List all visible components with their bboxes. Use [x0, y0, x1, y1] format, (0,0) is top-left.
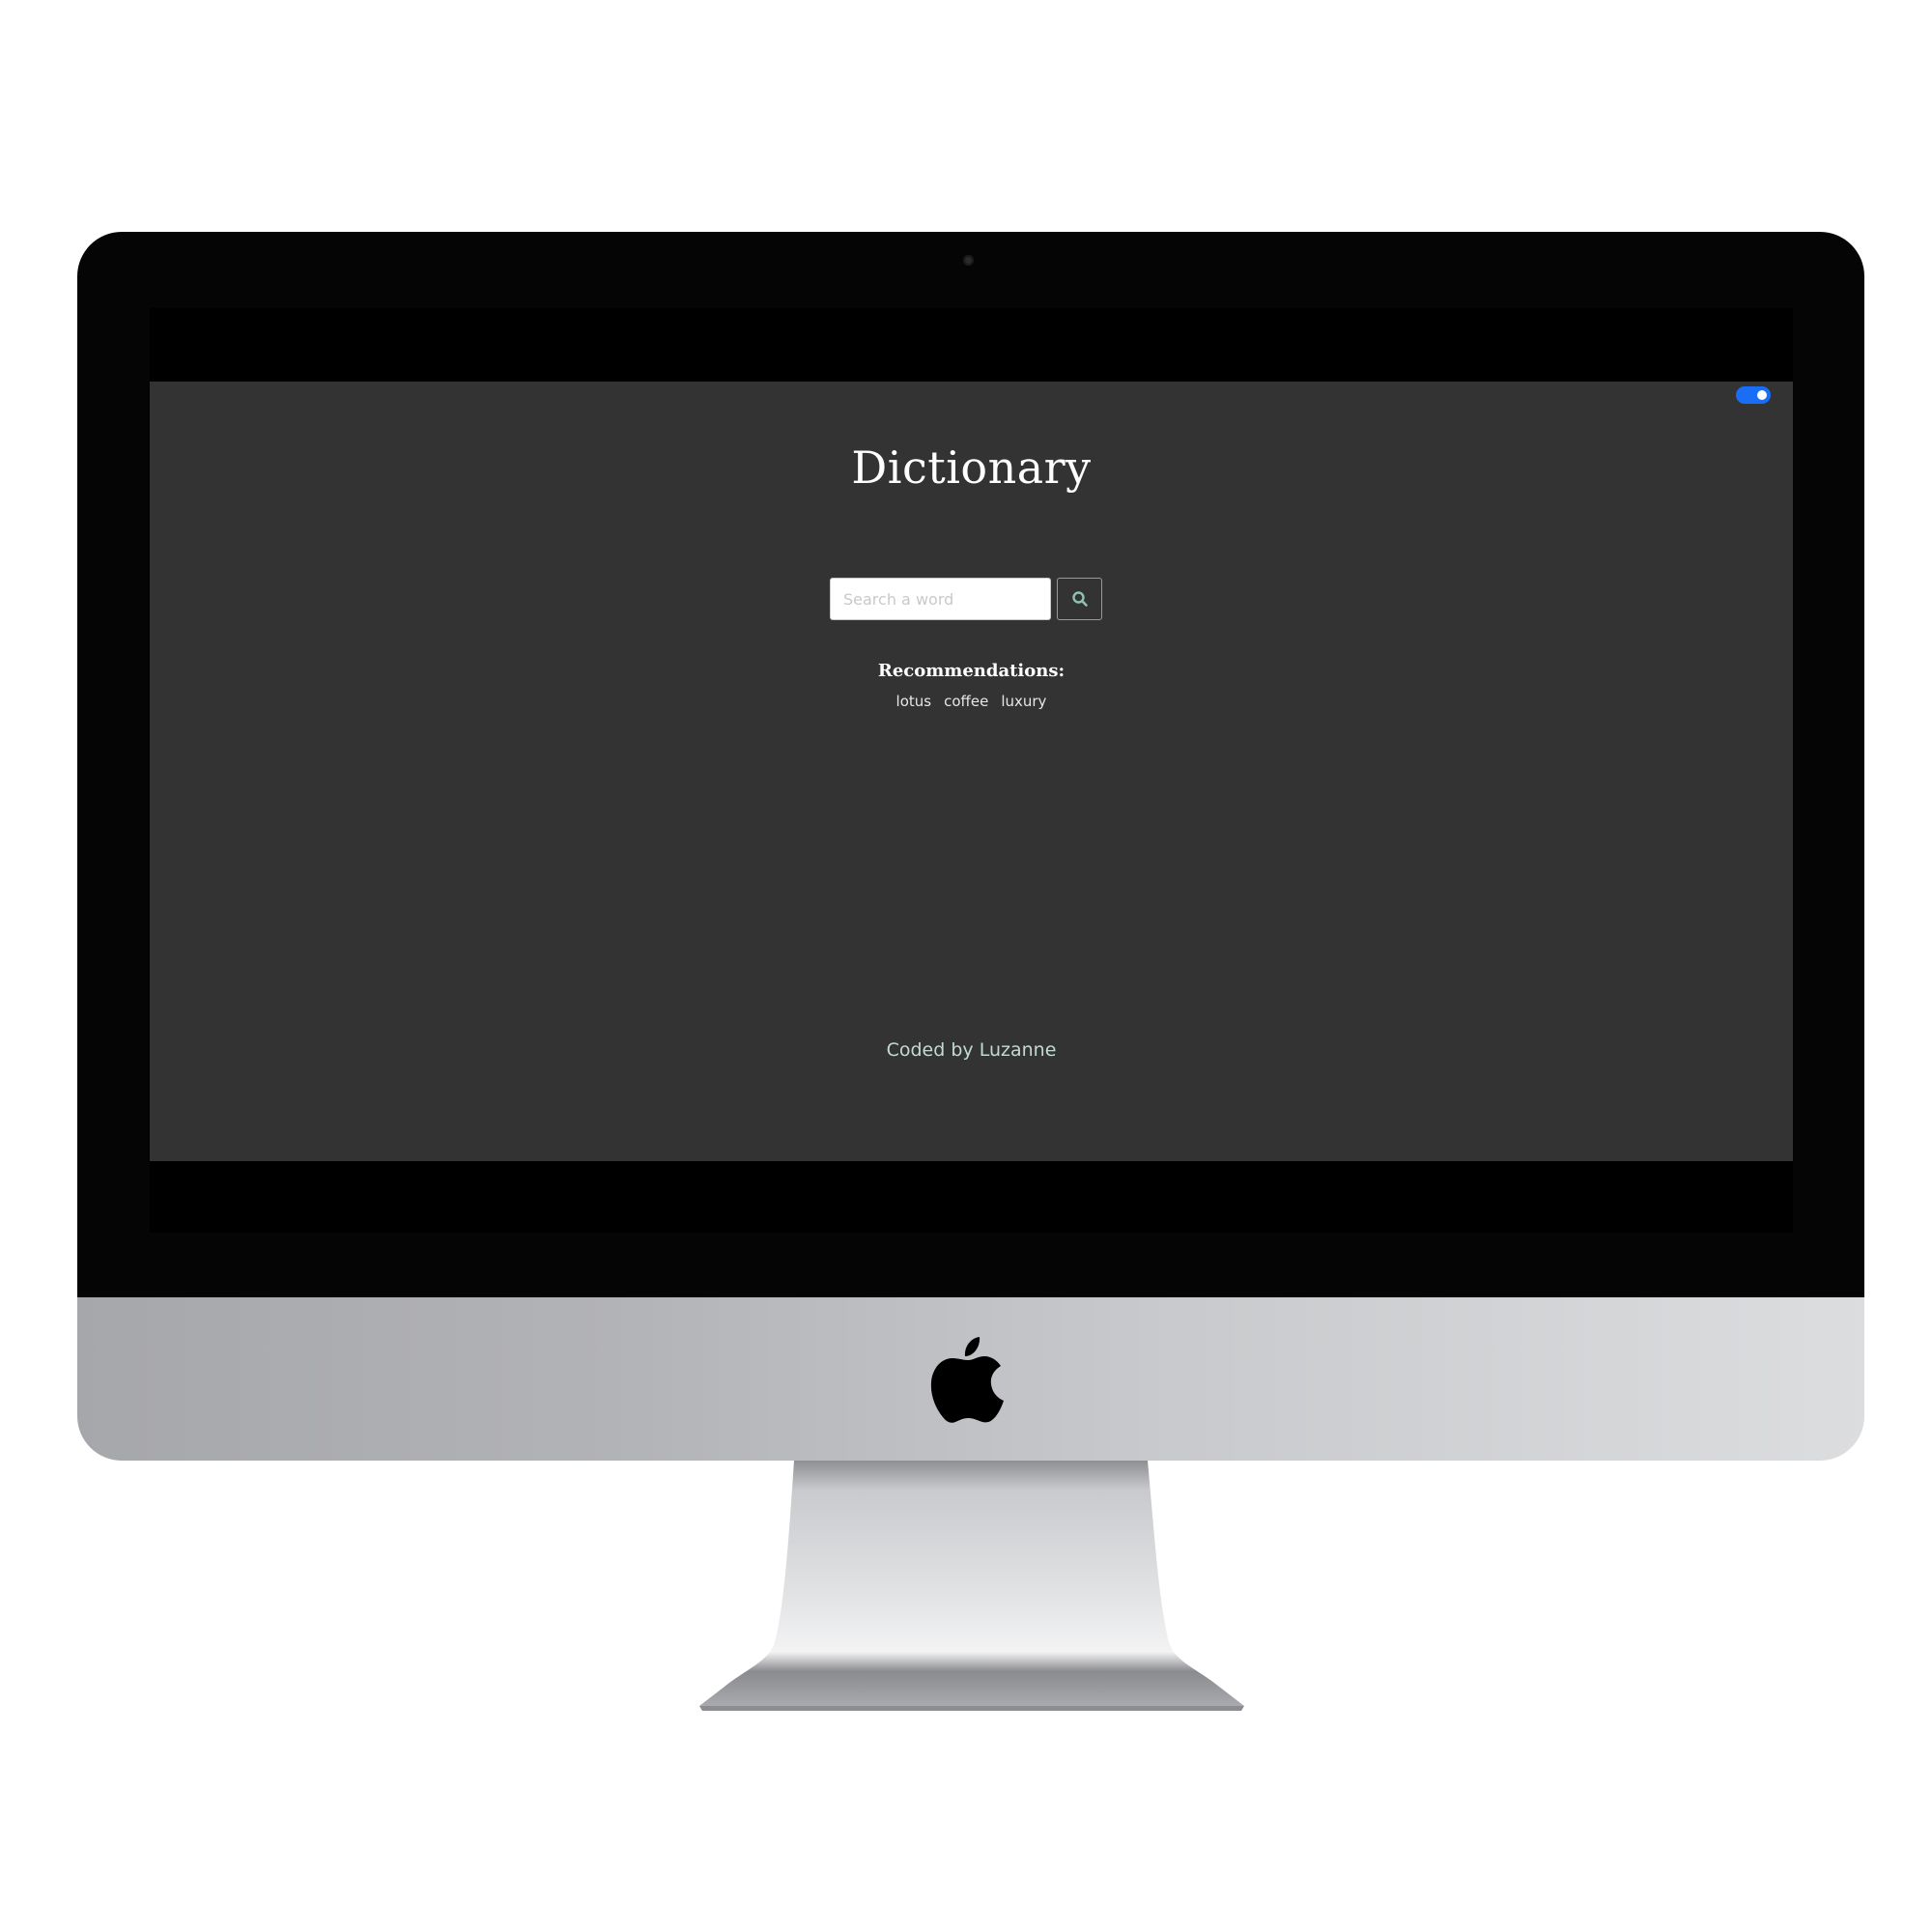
footer-credit: Coded by Luzanne: [886, 1039, 1057, 1061]
recommendation-item[interactable]: lotus: [896, 693, 932, 710]
dictionary-app: Dictionary Recommendations: lotus coffee…: [150, 382, 1793, 1161]
browser-bottom-bar: [150, 1161, 1793, 1233]
recommendation-item[interactable]: luxury: [1001, 693, 1046, 710]
recommendations-heading: Recommendations:: [877, 661, 1065, 681]
browser-top-bar: [150, 308, 1793, 382]
search-icon: [1071, 591, 1088, 607]
page-title: Dictionary: [851, 441, 1092, 494]
toggle-knob: [1757, 390, 1767, 400]
camera-icon: [963, 255, 974, 266]
search-input[interactable]: [830, 578, 1051, 620]
recommendations-list: lotus coffee luxury: [150, 693, 1793, 710]
search-form: [830, 578, 1102, 620]
apple-logo-icon: [930, 1337, 1004, 1423]
recommendation-item[interactable]: coffee: [944, 693, 988, 710]
search-button[interactable]: [1057, 578, 1102, 620]
device-mockup: Dictionary Recommendations: lotus coffee…: [0, 0, 1932, 1932]
dark-mode-toggle[interactable]: [1736, 386, 1771, 404]
screen: Dictionary Recommendations: lotus coffee…: [150, 308, 1793, 1233]
